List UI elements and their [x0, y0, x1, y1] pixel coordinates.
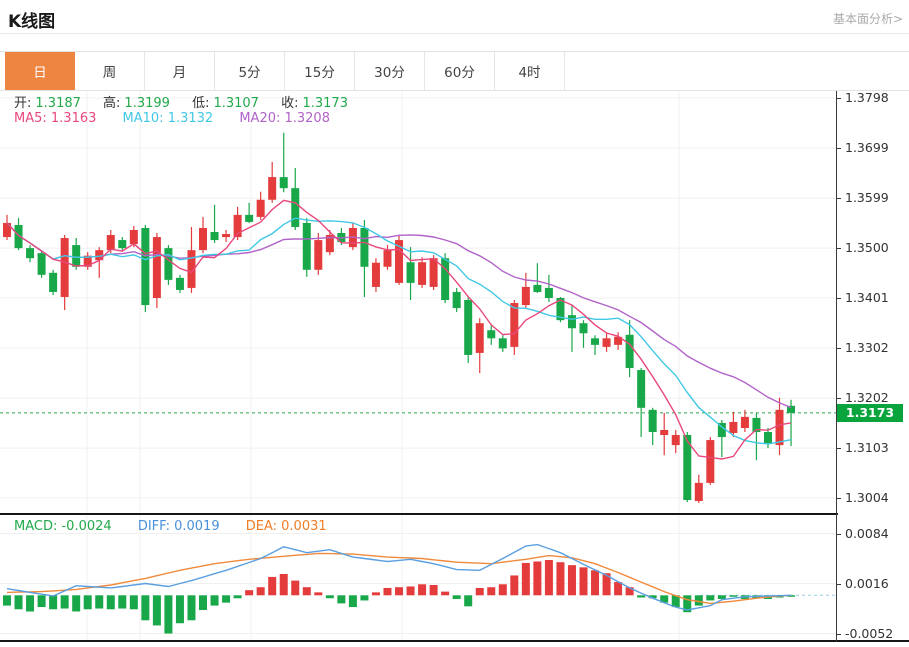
- panel-divider: [0, 513, 838, 515]
- y-axis-label: -0.0052: [845, 626, 893, 641]
- macd-chart[interactable]: [0, 516, 836, 640]
- close-label: 收:: [281, 96, 298, 111]
- low-value: 1.3107: [213, 96, 259, 111]
- y-axis-tick: [836, 534, 841, 535]
- y-axis-label: 1.3500: [845, 240, 889, 255]
- fundamental-analysis-link[interactable]: 基本面分析>: [833, 10, 903, 27]
- y-axis-tick: [836, 98, 841, 99]
- macd-value: MACD: -0.0024: [14, 519, 112, 534]
- period-tabbar: 日 周 月 5分 15分 30分 60分 4时: [0, 51, 909, 91]
- ohlc-readout: 开: 1.3187 高: 1.3199 低: 1.3107 收: 1.3173: [14, 92, 352, 111]
- diff-value: DIFF: 0.0019: [138, 519, 220, 534]
- y-axis-tick: [836, 248, 841, 249]
- tab-30min[interactable]: 30分: [355, 52, 425, 90]
- y-axis-tick: [836, 634, 841, 635]
- low-label: 低:: [192, 96, 209, 111]
- y-axis-label: 1.3401: [845, 290, 889, 305]
- chart-bottom-border: [0, 640, 909, 642]
- y-axis-label: 0.0016: [845, 576, 889, 591]
- chart-area: 1.37981.36991.35991.35001.34011.33021.32…: [0, 91, 909, 647]
- ma-readout: MA5: 1.3163 MA10: 1.3132 MA20: 1.3208: [14, 111, 334, 126]
- tab-5min[interactable]: 5分: [215, 52, 285, 90]
- kline-widget: K线图 基本面分析> 日 周 月 5分 15分 30分 60分 4时 1.379…: [0, 0, 909, 647]
- y-axis-tick: [836, 398, 841, 399]
- ma5-value: MA5: 1.3163: [14, 111, 96, 126]
- y-axis-label: 1.3103: [845, 440, 889, 455]
- candlestick-chart[interactable]: [0, 91, 836, 513]
- y-axis-tick: [836, 498, 841, 499]
- y-axis-label: 1.3004: [845, 490, 889, 505]
- tab-60min[interactable]: 60分: [425, 52, 495, 90]
- y-axis-label: 0.0084: [845, 526, 889, 541]
- tab-4hour[interactable]: 4时: [495, 52, 565, 90]
- header-divider: [0, 33, 909, 34]
- tab-month[interactable]: 月: [145, 52, 215, 90]
- y-axis-tick: [836, 584, 841, 585]
- macd-readout: MACD: -0.0024 DIFF: 0.0019 DEA: 0.0031: [14, 519, 331, 534]
- current-price-badge: 1.3173: [837, 404, 903, 422]
- y-axis-line: [836, 91, 837, 642]
- period-tabs: 日 周 月 5分 15分 30分 60分 4时: [5, 52, 565, 90]
- tab-day[interactable]: 日: [5, 52, 75, 90]
- dea-value: DEA: 0.0031: [246, 519, 327, 534]
- open-value: 1.3187: [35, 96, 81, 111]
- page-title: K线图: [8, 7, 55, 32]
- tab-15min[interactable]: 15分: [285, 52, 355, 90]
- y-axis-tick: [836, 198, 841, 199]
- close-value: 1.3173: [302, 96, 348, 111]
- y-axis-tick: [836, 448, 841, 449]
- y-axis-label: 1.3599: [845, 190, 889, 205]
- high-value: 1.3199: [124, 96, 170, 111]
- high-label: 高:: [103, 96, 120, 111]
- y-axis-tick: [836, 298, 841, 299]
- y-axis-label: 1.3699: [845, 140, 889, 155]
- open-label: 开:: [14, 96, 31, 111]
- y-axis-label: 1.3302: [845, 340, 889, 355]
- y-axis-tick: [836, 148, 841, 149]
- ma20-value: MA20: 1.3208: [239, 111, 330, 126]
- tab-week[interactable]: 周: [75, 52, 145, 90]
- y-axis-label: 1.3798: [845, 90, 889, 105]
- y-axis-tick: [836, 348, 841, 349]
- ma10-value: MA10: 1.3132: [123, 111, 214, 126]
